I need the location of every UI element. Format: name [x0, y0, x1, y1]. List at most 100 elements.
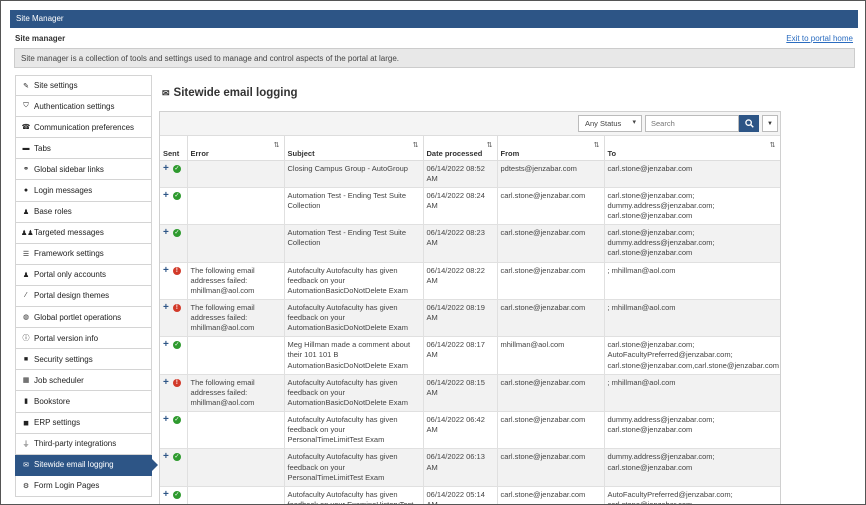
column-header-subject[interactable]: Subject ⇅: [284, 136, 424, 161]
success-check-icon: ✓: [172, 453, 181, 462]
sidebar-item-portal-version-info[interactable]: ⓘ Portal version info: [15, 328, 152, 350]
expand-row-icon[interactable]: +: [163, 190, 169, 201]
sidebar-item-tabs[interactable]: ▬ Tabs: [15, 138, 152, 160]
table-row[interactable]: + ✓ Autofaculty Autofaculty has given feed…: [160, 411, 780, 450]
sidebar-item-third-party-integrations[interactable]: ⏚ Third-party integrations: [15, 433, 152, 455]
sidebar-item-label: Third-party integrations: [34, 439, 117, 449]
sidebar-item-label: Bookstore: [34, 396, 71, 406]
expand-row-icon[interactable]: +: [163, 302, 169, 313]
expand-row-icon[interactable]: +: [163, 163, 169, 174]
caret-down-icon: ▼: [767, 120, 773, 127]
sidebar-item-label: Form Login Pages: [34, 481, 100, 491]
sidebar-item-label: Login messages: [34, 186, 93, 196]
sent-cell: + ✓: [160, 448, 188, 487]
success-check-icon: ✓: [172, 164, 181, 173]
sidebar-item-portal-design-themes[interactable]: ⁄ Portal design themes: [15, 285, 152, 308]
table-row[interactable]: +! The following email addresses failed: …: [160, 299, 780, 338]
sidebar-item-base-roles[interactable]: ♟ Base roles: [15, 201, 152, 223]
table-row[interactable]: +! The following email addresses failed: …: [160, 374, 780, 413]
calendar-icon: ▦: [22, 377, 30, 385]
sidebar-item-sitewide-email-logging[interactable]: ✉ Sitewide email logging: [15, 454, 158, 476]
sidebar-item-targeted-messages[interactable]: ♟♟ Targeted messages: [15, 222, 152, 244]
sidebar-item-label: Base roles: [34, 207, 72, 217]
table-row[interactable]: +! The following email addresses failed: …: [160, 262, 780, 300]
sidebar-item-erp-settings[interactable]: ◼ ERP settings: [15, 412, 152, 434]
error-cell: [187, 486, 285, 504]
sidebar-item-label: Security settings: [34, 354, 93, 364]
link-icon: ⚭: [23, 166, 29, 174]
sidebar-item-authentication-settings[interactable]: ⛉ Authentication settings: [15, 96, 152, 118]
sort-icon: ⇅: [273, 142, 280, 149]
column-header-date[interactable]: Date processed ⇅: [423, 136, 498, 161]
from-cell: pdtests@jenzabar.com: [497, 160, 605, 188]
table-row[interactable]: + ✓ Automation Test - Ending Test Suite Co…: [160, 224, 780, 263]
table-row[interactable]: + ✓ Autofaculty Autofaculty has given feed…: [160, 486, 780, 504]
table-row[interactable]: + ✓ Closing Campus Group - AutoGroup 06/14/…: [160, 160, 780, 188]
sidebar-item-framework-settings[interactable]: ☰ Framework settings: [15, 243, 152, 265]
date-cell: 06/14/2022 05:14 AM: [423, 486, 498, 504]
success-check-icon: ✓: [172, 490, 181, 499]
status-filter-select[interactable]: Any Status ▾: [578, 115, 642, 132]
expand-row-icon[interactable]: +: [163, 265, 169, 276]
globe-icon: ◍: [22, 314, 30, 322]
search-button[interactable]: [739, 115, 759, 132]
date-cell: 06/14/2022 08:19 AM: [423, 299, 498, 338]
success-check-icon: ✓: [172, 341, 181, 350]
sidebar-item-portal-only-accounts[interactable]: ♟ Portal only accounts: [15, 264, 152, 286]
sort-icon: ⇅: [486, 142, 493, 149]
sidebar-item-label: Portal version info: [34, 333, 99, 343]
table-row[interactable]: + ✓ Automation Test - Ending Test Suite Co…: [160, 187, 780, 226]
grid-options-button[interactable]: ▼: [762, 115, 778, 132]
expand-row-icon[interactable]: +: [163, 414, 169, 425]
sidebar-item-job-scheduler[interactable]: ▦ Job scheduler: [15, 370, 152, 392]
table-row[interactable]: + ✓ Meg Hillman made a comment about their…: [160, 336, 780, 375]
column-header-error[interactable]: Error ⇅: [187, 136, 285, 161]
expand-row-icon[interactable]: +: [163, 339, 169, 350]
brush-icon: ⁄: [25, 292, 27, 300]
expand-row-icon[interactable]: +: [163, 227, 169, 238]
sidebar-item-label: Communication preferences: [34, 122, 135, 132]
plug-icon: ⏚: [22, 440, 30, 448]
date-cell: 06/14/2022 08:17 AM: [423, 336, 498, 375]
table-row[interactable]: + ✓ Autofaculty Autofaculty has given feed…: [160, 448, 780, 487]
expand-row-icon[interactable]: +: [163, 377, 169, 388]
to-cell: dummy.address@jenzabar.com; carl.stone@j…: [604, 448, 780, 487]
sidebar-item-form-login-pages[interactable]: ⚙ Form Login Pages: [15, 475, 152, 497]
date-cell: 06/14/2022 08:24 AM: [423, 187, 498, 226]
search-icon: [744, 119, 754, 128]
search-input[interactable]: [645, 115, 739, 132]
folder-icon: ▬: [22, 144, 30, 152]
column-header-to[interactable]: To ⇅: [604, 136, 780, 161]
sidebar-item-bookstore[interactable]: ▮ Bookstore: [15, 391, 152, 413]
status-filter-value: Any Status: [585, 119, 622, 128]
expand-row-icon[interactable]: +: [163, 451, 169, 462]
subject-cell: Automation Test - Ending Test Suite Coll…: [284, 187, 424, 226]
sidebar-item-global-sidebar-links[interactable]: ⚭ Global sidebar links: [15, 159, 152, 181]
subject-cell: Autofaculty Autofaculty has given feedba…: [284, 411, 424, 450]
sidebar-item-communication-preferences[interactable]: ☎ Communication preferences: [15, 117, 152, 139]
error-cell: [187, 448, 285, 487]
expand-row-icon[interactable]: +: [163, 489, 169, 500]
error-alert-icon: !: [172, 378, 181, 387]
sidebar-item-site-settings[interactable]: ✎ Site settings: [15, 75, 152, 97]
sidebar-item-global-portlet-operations[interactable]: ◍ Global portlet operations: [15, 307, 152, 329]
success-check-icon: ✓: [172, 229, 181, 238]
sidebar-item-login-messages[interactable]: ● Login messages: [15, 180, 152, 202]
sidebar-nav: ✎ Site settings ⛉ Authentication settings ☎ C…: [15, 75, 158, 497]
book-icon: ▮: [24, 398, 28, 406]
sent-cell: +!: [160, 374, 188, 413]
sort-icon: ⇅: [412, 142, 419, 149]
exit-to-portal-link[interactable]: Exit to portal home: [786, 34, 853, 43]
column-header-from[interactable]: From ⇅: [497, 136, 605, 161]
sidebar-item-security-settings[interactable]: ■ Security settings: [15, 349, 152, 371]
envelope-icon: ✉: [23, 461, 29, 469]
sent-cell: + ✓: [160, 224, 188, 263]
from-cell: carl.stone@jenzabar.com: [497, 374, 605, 413]
error-cell: [187, 187, 285, 226]
subject-cell: Autofaculty Autofaculty has given feedba…: [284, 448, 424, 487]
email-log-grid: Any Status ▾ ▼ Sent Error⇅ Subject⇅ Date…: [159, 111, 781, 504]
sliders-icon: ☰: [22, 250, 30, 258]
sidebar-item-label: Sitewide email logging: [34, 460, 114, 470]
to-cell: ; mhillman@aol.com: [604, 299, 780, 338]
error-cell: The following email addresses failed: mh…: [187, 299, 285, 338]
